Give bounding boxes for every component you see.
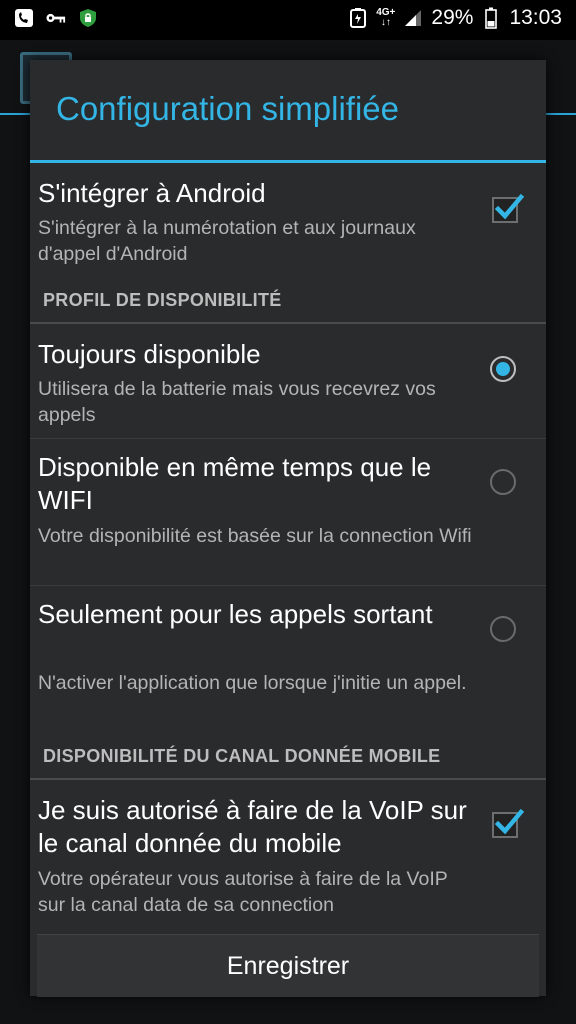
option-title: Seulement pour les appels sortant bbox=[38, 599, 433, 629]
clock: 13:03 bbox=[509, 6, 562, 29]
save-button[interactable]: Enregistrer bbox=[37, 935, 539, 997]
option-title: Toujours disponible bbox=[38, 339, 261, 369]
check-icon bbox=[494, 808, 525, 835]
battery-saver-icon bbox=[348, 8, 368, 28]
option-always-available[interactable]: Toujours disponible Utilisera de la batt… bbox=[30, 324, 546, 438]
option-always-radio[interactable] bbox=[490, 356, 516, 382]
key-icon bbox=[46, 8, 66, 28]
battery-percent: 29% bbox=[431, 6, 474, 29]
option-subtitle: Votre disponibilité est basée sur la con… bbox=[38, 525, 472, 547]
vpn-shield-icon bbox=[78, 8, 98, 28]
integrate-android-title: S'intégrer à Android bbox=[38, 178, 266, 208]
voip-title: Je suis autorisé à faire de la VoIP sur … bbox=[38, 795, 467, 858]
option-subtitle: Utilisera de la batterie mais vous recev… bbox=[38, 378, 436, 426]
option-outgoing-radio[interactable] bbox=[490, 616, 516, 642]
section-header-mobile-data: DISPONIBILITÉ DU CANAL DONNÉE MOBILE bbox=[43, 746, 441, 766]
battery-icon bbox=[481, 7, 501, 29]
status-bar: 4G+ ↓↑ 29% 13:03 bbox=[0, 0, 576, 40]
voicemail-notification-icon bbox=[14, 8, 34, 28]
option-title: Disponible en même temps que le WIFI bbox=[38, 452, 432, 515]
option-wifi-available[interactable]: Disponible en même temps que le WIFI Vot… bbox=[30, 439, 546, 585]
signal-icon bbox=[403, 8, 423, 28]
integrate-android-checkbox[interactable] bbox=[492, 193, 525, 223]
option-wifi-radio[interactable] bbox=[490, 469, 516, 495]
option-outgoing-only[interactable]: Seulement pour les appels sortant N'acti… bbox=[30, 586, 546, 732]
voip-checkbox[interactable] bbox=[492, 808, 525, 838]
voip-subtitle: Votre opérateur vous autorise à faire de… bbox=[38, 868, 448, 916]
voip-mobile-data-row[interactable]: Je suis autorisé à faire de la VoIP sur … bbox=[30, 780, 546, 930]
integrate-android-row[interactable]: S'intégrer à Android S'intégrer à la num… bbox=[30, 163, 546, 293]
dialog-title: Configuration simplifiée bbox=[56, 90, 400, 127]
option-subtitle: N'activer l'application que lorsque j'in… bbox=[38, 672, 467, 694]
check-icon bbox=[494, 193, 525, 220]
integrate-android-subtitle: S'intégrer à la numérotation et aux jour… bbox=[38, 217, 416, 265]
network-type: 4G+ ↓↑ bbox=[376, 8, 395, 28]
network-activity: ↓↑ bbox=[380, 17, 391, 28]
simplified-config-dialog: Configuration simplifiée S'intégrer à An… bbox=[30, 60, 546, 997]
button-bar: Enregistrer bbox=[37, 934, 539, 997]
section-header-availability: PROFIL DE DISPONIBILITÉ bbox=[43, 290, 282, 310]
